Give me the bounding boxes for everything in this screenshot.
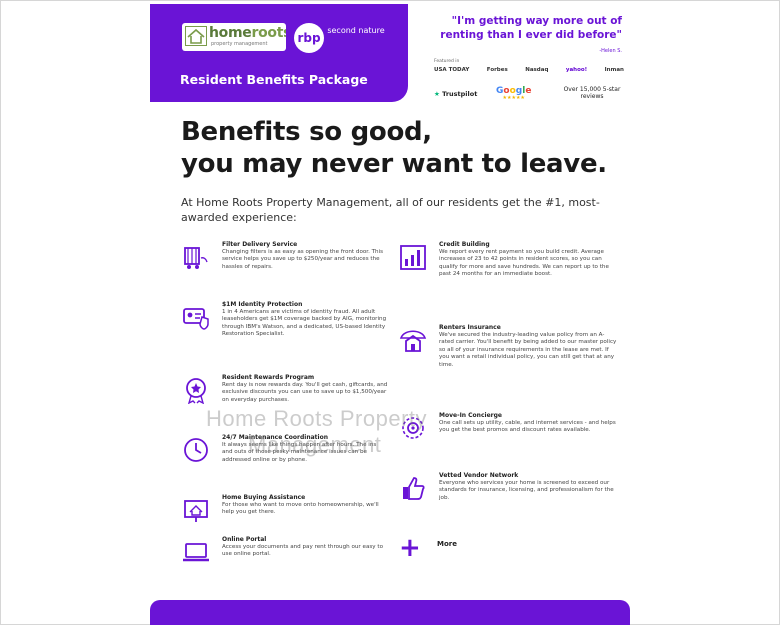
house-icon (185, 26, 207, 46)
benefit-description: Everyone who services your home is scree… (439, 480, 614, 501)
press-logo: USA TODAY (434, 67, 470, 73)
press-logo: Nasdaq (525, 67, 549, 73)
house-umbrella-icon (399, 330, 427, 352)
plus-icon: + (399, 533, 421, 563)
rbp-logo: rbp (294, 23, 324, 53)
google-badge: Google ★★★★★ (496, 86, 531, 101)
filter-delivery-icon (184, 247, 208, 269)
second-nature-logo: second nature (327, 26, 385, 35)
benefit-description: We report every rent payment so you buil… (439, 249, 609, 278)
ratings-row: ★ Trustpilot Google ★★★★★ Over 15,000 5-… (434, 84, 626, 106)
testimonial-quote: "I'm getting way more out of renting tha… (440, 15, 622, 41)
logo-subtitle: property management (211, 41, 268, 47)
benefit-title: $1M Identity Protection (222, 301, 303, 308)
benefit-title: Vetted Vendor Network (439, 472, 519, 479)
thumbs-up-icon (403, 477, 425, 500)
clock-icon (184, 438, 208, 462)
benefit-description: 1 in 4 Americans are victims of identity… (222, 309, 387, 338)
benefit-description: Changing filters is as easy as opening t… (222, 249, 384, 270)
watermark-line-2: Management (248, 432, 382, 457)
headline-line-2: you may never want to leave. (181, 149, 607, 179)
benefit-title: Move-In Concierge (439, 412, 502, 419)
benefit-title: Home Buying Assistance (222, 494, 306, 501)
watermark-line-1: Home Roots Property (206, 406, 428, 431)
benefit-description: Access your documents and pay rent throu… (222, 544, 383, 558)
trustpilot-badge: ★ Trustpilot (434, 90, 478, 98)
header-banner: homeroots property management rbp second… (150, 4, 408, 102)
featured-label: Featured in (434, 59, 460, 64)
press-logos: USA TODAY Forbes Nasdaq yahoo! Inman (434, 67, 624, 73)
benefit-title: Renters Insurance (439, 324, 501, 331)
identity-card-icon (183, 308, 209, 330)
package-title: Resident Benefits Package (180, 72, 368, 87)
headline: Benefits so good, you may never want to … (181, 116, 630, 180)
benefit-title: Online Portal (222, 536, 267, 543)
rewards-badge-icon (186, 378, 206, 404)
more-label: More (437, 540, 457, 548)
benefit-description: Rent day is now rewards day. You'll get … (222, 382, 388, 403)
intro-text: At Home Roots Property Management, all o… (181, 196, 600, 224)
headline-line-1: Benefits so good, (181, 117, 432, 147)
trustpilot-star-icon: ★ (434, 90, 440, 98)
press-logo: Inman (604, 67, 624, 73)
benefit-title: Filter Delivery Service (222, 241, 298, 248)
footer-banner (150, 600, 630, 625)
bar-chart-icon (400, 245, 426, 270)
benefit-title: Credit Building (439, 241, 490, 248)
flyer-page: homeroots property management rbp second… (150, 4, 630, 625)
testimonial-author: -Helen S. (599, 48, 622, 54)
laptop-icon (183, 543, 209, 562)
press-logo: Forbes (486, 67, 508, 73)
benefit-title: Resident Rewards Program (222, 374, 315, 381)
press-logo: yahoo! (565, 67, 588, 73)
benefit-description: For those who want to move onto homeowne… (222, 502, 379, 516)
benefit-description: We've secured the industry-leading value… (439, 332, 617, 368)
reviews-count: Over 15,000 5-star reviews (563, 86, 621, 100)
benefit-description: One call sets up utility, cable, and int… (439, 420, 616, 434)
home-roots-logo: homeroots property management (182, 23, 286, 51)
home-sign-icon (184, 500, 208, 522)
logo-wordmark: homeroots (209, 25, 286, 41)
